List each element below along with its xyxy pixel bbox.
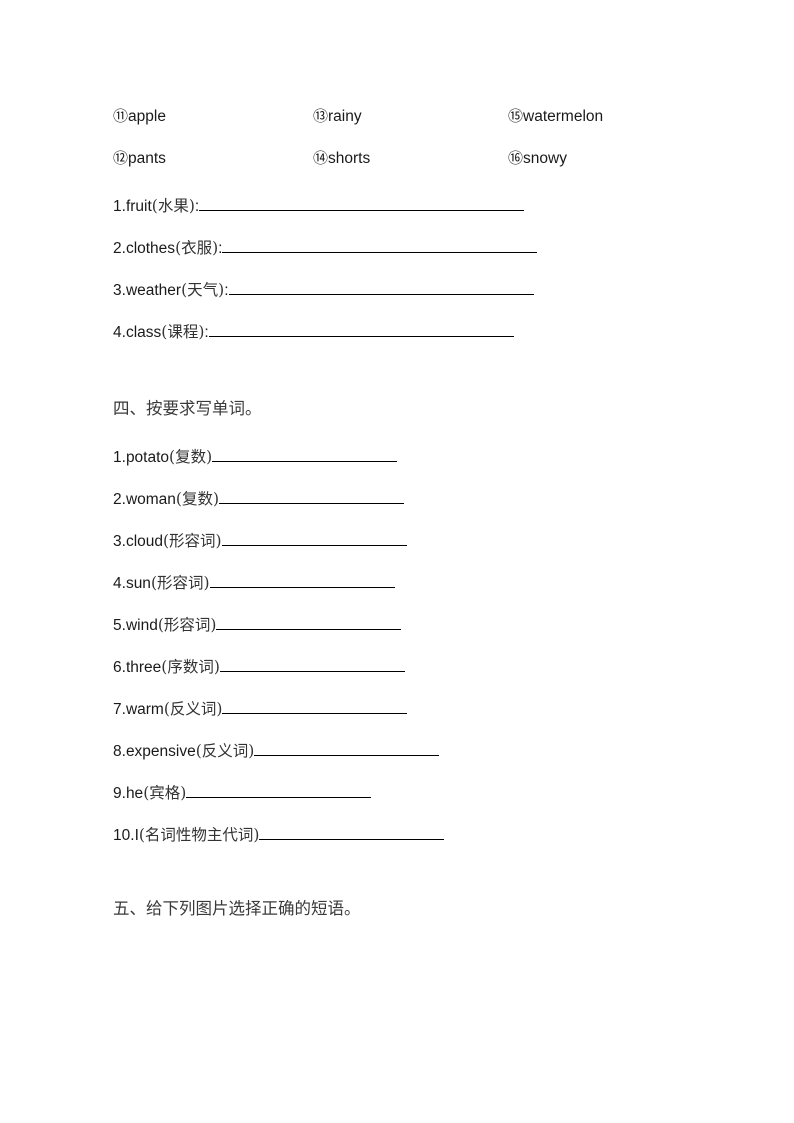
word-bank-item: ⑭shorts — [313, 145, 370, 172]
section-five-heading: 五、给下列图片选择正确的短语。 — [113, 899, 361, 918]
question-word: weather — [125, 282, 182, 300]
question-index: 4. — [113, 324, 126, 342]
answer-blank[interactable] — [222, 235, 538, 254]
question-gloss: (复数) — [169, 448, 213, 467]
answer-blank[interactable] — [254, 738, 440, 757]
question-index: 9. — [113, 785, 126, 803]
question-row: 2. woman (复数) — [113, 486, 405, 512]
question-index: 4. — [113, 575, 126, 593]
question-index: 8. — [113, 743, 126, 761]
word-bank-item: ⑬rainy — [313, 103, 362, 130]
question-gloss: (名词性物主代词) — [138, 826, 260, 845]
question-gloss: (衣服) — [175, 239, 219, 258]
question-gloss: (形容词) — [163, 532, 222, 551]
word-bank-word: pants — [128, 150, 166, 167]
word-bank-row: ⑪apple ⑬rainy ⑮watermelon — [113, 103, 693, 145]
question-row: 1. fruit (水果): — [113, 193, 525, 219]
circled-number-10: ⑪ — [113, 107, 129, 125]
question-index: 5. — [113, 617, 126, 635]
answer-blank[interactable] — [222, 696, 408, 715]
word-bank-item: ⑪apple — [113, 103, 166, 130]
question-gloss: (宾格) — [143, 784, 187, 803]
answer-blank[interactable] — [259, 822, 445, 841]
question-gloss: (水果) — [151, 197, 195, 216]
question-gloss: (形容词) — [157, 616, 217, 635]
question-word: expensive — [125, 743, 196, 761]
section-four-heading: 四、按要求写单词。 — [113, 399, 262, 418]
question-row: 8. expensive (反义词) — [113, 738, 440, 764]
question-word: three — [125, 659, 162, 677]
question-word: warm — [125, 701, 164, 719]
question-index: 1. — [113, 449, 126, 467]
word-bank-item: ⑯snowy — [508, 145, 567, 172]
question-index: 2. — [113, 491, 126, 509]
question-index: 3. — [113, 533, 126, 551]
question-gloss: (复数) — [175, 490, 220, 509]
question-word: woman — [125, 491, 176, 509]
circled-number-15: ⑯ — [508, 149, 524, 167]
question-gloss: (形容词) — [150, 574, 210, 593]
circled-number-12: ⑬ — [313, 107, 329, 125]
question-gloss: (天气) — [181, 281, 225, 300]
word-bank-word: shorts — [328, 150, 371, 167]
word-bank-word: watermelon — [523, 108, 604, 125]
question-row: 9. he (宾格) — [113, 780, 372, 806]
question-row: 1. potato (复数) — [113, 444, 398, 470]
circled-number-11: ⑫ — [113, 149, 129, 167]
question-index: 6. — [113, 659, 126, 677]
question-index: 3. — [113, 282, 126, 300]
question-row: 5. wind (形容词) — [113, 612, 402, 638]
word-bank-item: ⑮watermelon — [508, 103, 603, 130]
question-gloss: (反义词) — [163, 700, 223, 719]
answer-blank[interactable] — [186, 780, 372, 799]
question-gloss: (反义词) — [195, 742, 255, 761]
question-index: 10. — [113, 827, 135, 845]
word-bank-word: apple — [128, 108, 166, 125]
word-bank-word: snowy — [523, 150, 567, 167]
question-gloss: (序数词) — [161, 658, 220, 677]
question-row: 4. class (课程): — [113, 319, 514, 345]
question-word: cloud — [125, 533, 163, 551]
answer-blank[interactable] — [199, 193, 525, 212]
answer-blank[interactable] — [219, 486, 405, 505]
answer-blank[interactable] — [212, 444, 398, 463]
question-word: sun — [125, 575, 151, 593]
question-word: potato — [125, 449, 170, 467]
answer-blank[interactable] — [216, 612, 402, 631]
answer-blank[interactable] — [221, 528, 407, 547]
worksheet-page: ⑪apple ⑬rainy ⑮watermelon ⑫pants ⑭shorts… — [0, 0, 794, 1123]
question-row: 6. three (序数词) — [113, 654, 405, 680]
question-index: 2. — [113, 240, 126, 258]
question-word: wind — [125, 617, 158, 635]
question-word: class — [125, 324, 162, 342]
question-row: 3. weather (天气): — [113, 277, 534, 303]
question-row: 3. cloud (形容词) — [113, 528, 407, 554]
word-bank: ⑪apple ⑬rainy ⑮watermelon ⑫pants ⑭shorts… — [113, 103, 693, 187]
question-gloss: (课程) — [161, 323, 205, 342]
question-word: clothes — [125, 240, 176, 258]
question-row: 2. clothes (衣服): — [113, 235, 538, 261]
answer-blank[interactable] — [208, 319, 514, 338]
answer-blank[interactable] — [209, 570, 395, 589]
question-index: 7. — [113, 701, 126, 719]
answer-blank[interactable] — [228, 277, 534, 296]
circled-number-14: ⑮ — [508, 107, 524, 125]
question-row: 7. warm (反义词) — [113, 696, 408, 722]
word-bank-item: ⑫pants — [113, 145, 166, 172]
question-row: 4. sun (形容词) — [113, 570, 395, 596]
question-word: he — [125, 785, 144, 803]
word-bank-word: rainy — [328, 108, 362, 125]
question-word: fruit — [125, 198, 152, 216]
answer-blank[interactable] — [219, 654, 405, 673]
circled-number-13: ⑭ — [313, 149, 329, 167]
word-bank-row: ⑫pants ⑭shorts ⑯snowy — [113, 145, 693, 187]
question-row: 10. I (名词性物主代词) — [113, 822, 445, 848]
question-index: 1. — [113, 198, 126, 216]
